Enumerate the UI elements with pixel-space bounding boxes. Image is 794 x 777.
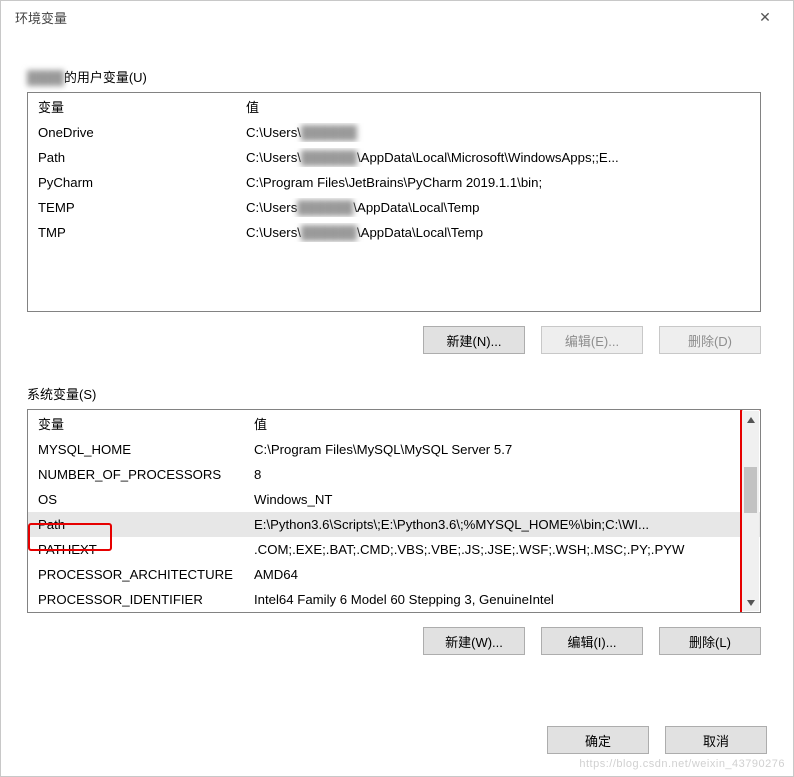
user-var-value: C:\Users\██████\AppData\Local\Temp bbox=[246, 223, 754, 242]
col-header-value: 值 bbox=[254, 414, 754, 433]
user-var-name: OneDrive bbox=[38, 123, 246, 142]
env-vars-dialog: 环境变量 ✕ ████的用户变量(U) 变量 值 OneDrive C:\Use… bbox=[0, 0, 794, 777]
titlebar: 环境变量 ✕ bbox=[1, 1, 793, 33]
user-var-value: C:\Users\██████ bbox=[246, 123, 754, 142]
user-variables-listbox[interactable]: 变量 值 OneDrive C:\Users\██████ Path C:\Us… bbox=[27, 92, 761, 312]
scroll-down-icon[interactable] bbox=[742, 594, 759, 611]
user-row[interactable]: PyCharm C:\Program Files\JetBrains\PyCha… bbox=[28, 170, 760, 195]
sys-row[interactable]: MYSQL_HOME C:\Program Files\MySQL\MySQL … bbox=[28, 437, 760, 462]
cancel-button[interactable]: 取消 bbox=[665, 726, 767, 754]
sys-var-value: Windows_NT bbox=[254, 490, 754, 509]
window-title: 环境变量 bbox=[9, 8, 745, 27]
system-variables-group: 系统变量(S) 变量 值 MYSQL_HOME C:\Program Files… bbox=[27, 376, 767, 655]
sys-row[interactable]: PATHEXT .COM;.EXE;.BAT;.CMD;.VBS;.VBE;.J… bbox=[28, 537, 760, 562]
user-var-name: TMP bbox=[38, 223, 246, 242]
sys-var-value: E:\Python3.6\Scripts\;E:\Python3.6\;%MYS… bbox=[254, 515, 754, 534]
sys-var-value: AMD64 bbox=[254, 565, 754, 584]
col-header-variable: 变量 bbox=[38, 414, 254, 433]
dialog-footer: 确定 取消 bbox=[1, 726, 793, 776]
user-row[interactable]: OneDrive C:\Users\██████ bbox=[28, 120, 760, 145]
system-buttons-row: 新建(W)... 编辑(I)... 删除(L) bbox=[27, 627, 761, 655]
system-variables-listbox[interactable]: 变量 值 MYSQL_HOME C:\Program Files\MySQL\M… bbox=[27, 409, 761, 613]
sys-row[interactable]: OS Windows_NT bbox=[28, 487, 760, 512]
scroll-up-icon[interactable] bbox=[742, 411, 759, 428]
sys-var-name: OS bbox=[38, 490, 254, 509]
user-var-name: PyCharm bbox=[38, 173, 246, 192]
user-list-header: 变量 值 bbox=[28, 93, 760, 120]
sys-var-value: Intel64 Family 6 Model 60 Stepping 3, Ge… bbox=[254, 590, 754, 609]
ok-button[interactable]: 确定 bbox=[547, 726, 649, 754]
sys-delete-button[interactable]: 删除(L) bbox=[659, 627, 761, 655]
sys-var-name: PROCESSOR_ARCHITECTURE bbox=[38, 565, 254, 584]
user-buttons-row: 新建(N)... 编辑(E)... 删除(D) bbox=[27, 326, 761, 354]
sys-var-value: 8 bbox=[254, 465, 754, 484]
user-variables-group: ████的用户变量(U) 变量 值 OneDrive C:\Users\████… bbox=[27, 59, 767, 354]
user-row[interactable]: TMP C:\Users\██████\AppData\Local\Temp bbox=[28, 220, 760, 245]
sys-var-name: NUMBER_OF_PROCESSORS bbox=[38, 465, 254, 484]
sys-var-name: Path bbox=[38, 515, 254, 534]
sys-row[interactable]: PROCESSOR_IDENTIFIER Intel64 Family 6 Mo… bbox=[28, 587, 760, 612]
user-var-value: C:\Program Files\JetBrains\PyCharm 2019.… bbox=[246, 173, 754, 192]
user-row[interactable]: TEMP C:\Users██████\AppData\Local\Temp bbox=[28, 195, 760, 220]
system-variables-label: 系统变量(S) bbox=[27, 384, 100, 403]
sys-var-value: .COM;.EXE;.BAT;.CMD;.VBS;.VBE;.JS;.JSE;.… bbox=[254, 540, 754, 559]
sys-list-header: 变量 值 bbox=[28, 410, 760, 437]
user-var-name: Path bbox=[38, 148, 246, 167]
user-edit-button[interactable]: 编辑(E)... bbox=[541, 326, 643, 354]
sys-var-name: PATHEXT bbox=[38, 540, 254, 559]
sys-var-name: PROCESSOR_IDENTIFIER bbox=[38, 590, 254, 609]
sys-edit-button[interactable]: 编辑(I)... bbox=[541, 627, 643, 655]
user-var-value: C:\Users\██████\AppData\Local\Microsoft\… bbox=[246, 148, 754, 167]
user-var-name: TEMP bbox=[38, 198, 246, 217]
username-blurred: ████ bbox=[27, 70, 64, 85]
col-header-value: 值 bbox=[246, 97, 754, 116]
user-row[interactable]: Path C:\Users\██████\AppData\Local\Micro… bbox=[28, 145, 760, 170]
sys-new-button[interactable]: 新建(W)... bbox=[423, 627, 525, 655]
user-var-value: C:\Users██████\AppData\Local\Temp bbox=[246, 198, 754, 217]
user-delete-button[interactable]: 删除(D) bbox=[659, 326, 761, 354]
sys-var-value: C:\Program Files\MySQL\MySQL Server 5.7 bbox=[254, 440, 754, 459]
sys-row[interactable]: NUMBER_OF_PROCESSORS 8 bbox=[28, 462, 760, 487]
user-new-button[interactable]: 新建(N)... bbox=[423, 326, 525, 354]
col-header-variable: 变量 bbox=[38, 97, 246, 116]
sys-row-path[interactable]: Path E:\Python3.6\Scripts\;E:\Python3.6\… bbox=[28, 512, 760, 537]
sys-var-name: MYSQL_HOME bbox=[38, 440, 254, 459]
close-icon[interactable]: ✕ bbox=[745, 1, 785, 33]
scroll-thumb[interactable] bbox=[744, 467, 757, 513]
sys-row[interactable]: PROCESSOR_ARCHITECTURE AMD64 bbox=[28, 562, 760, 587]
sys-list-scrollbar[interactable] bbox=[742, 411, 759, 611]
user-variables-label: ████的用户变量(U) bbox=[27, 67, 151, 86]
